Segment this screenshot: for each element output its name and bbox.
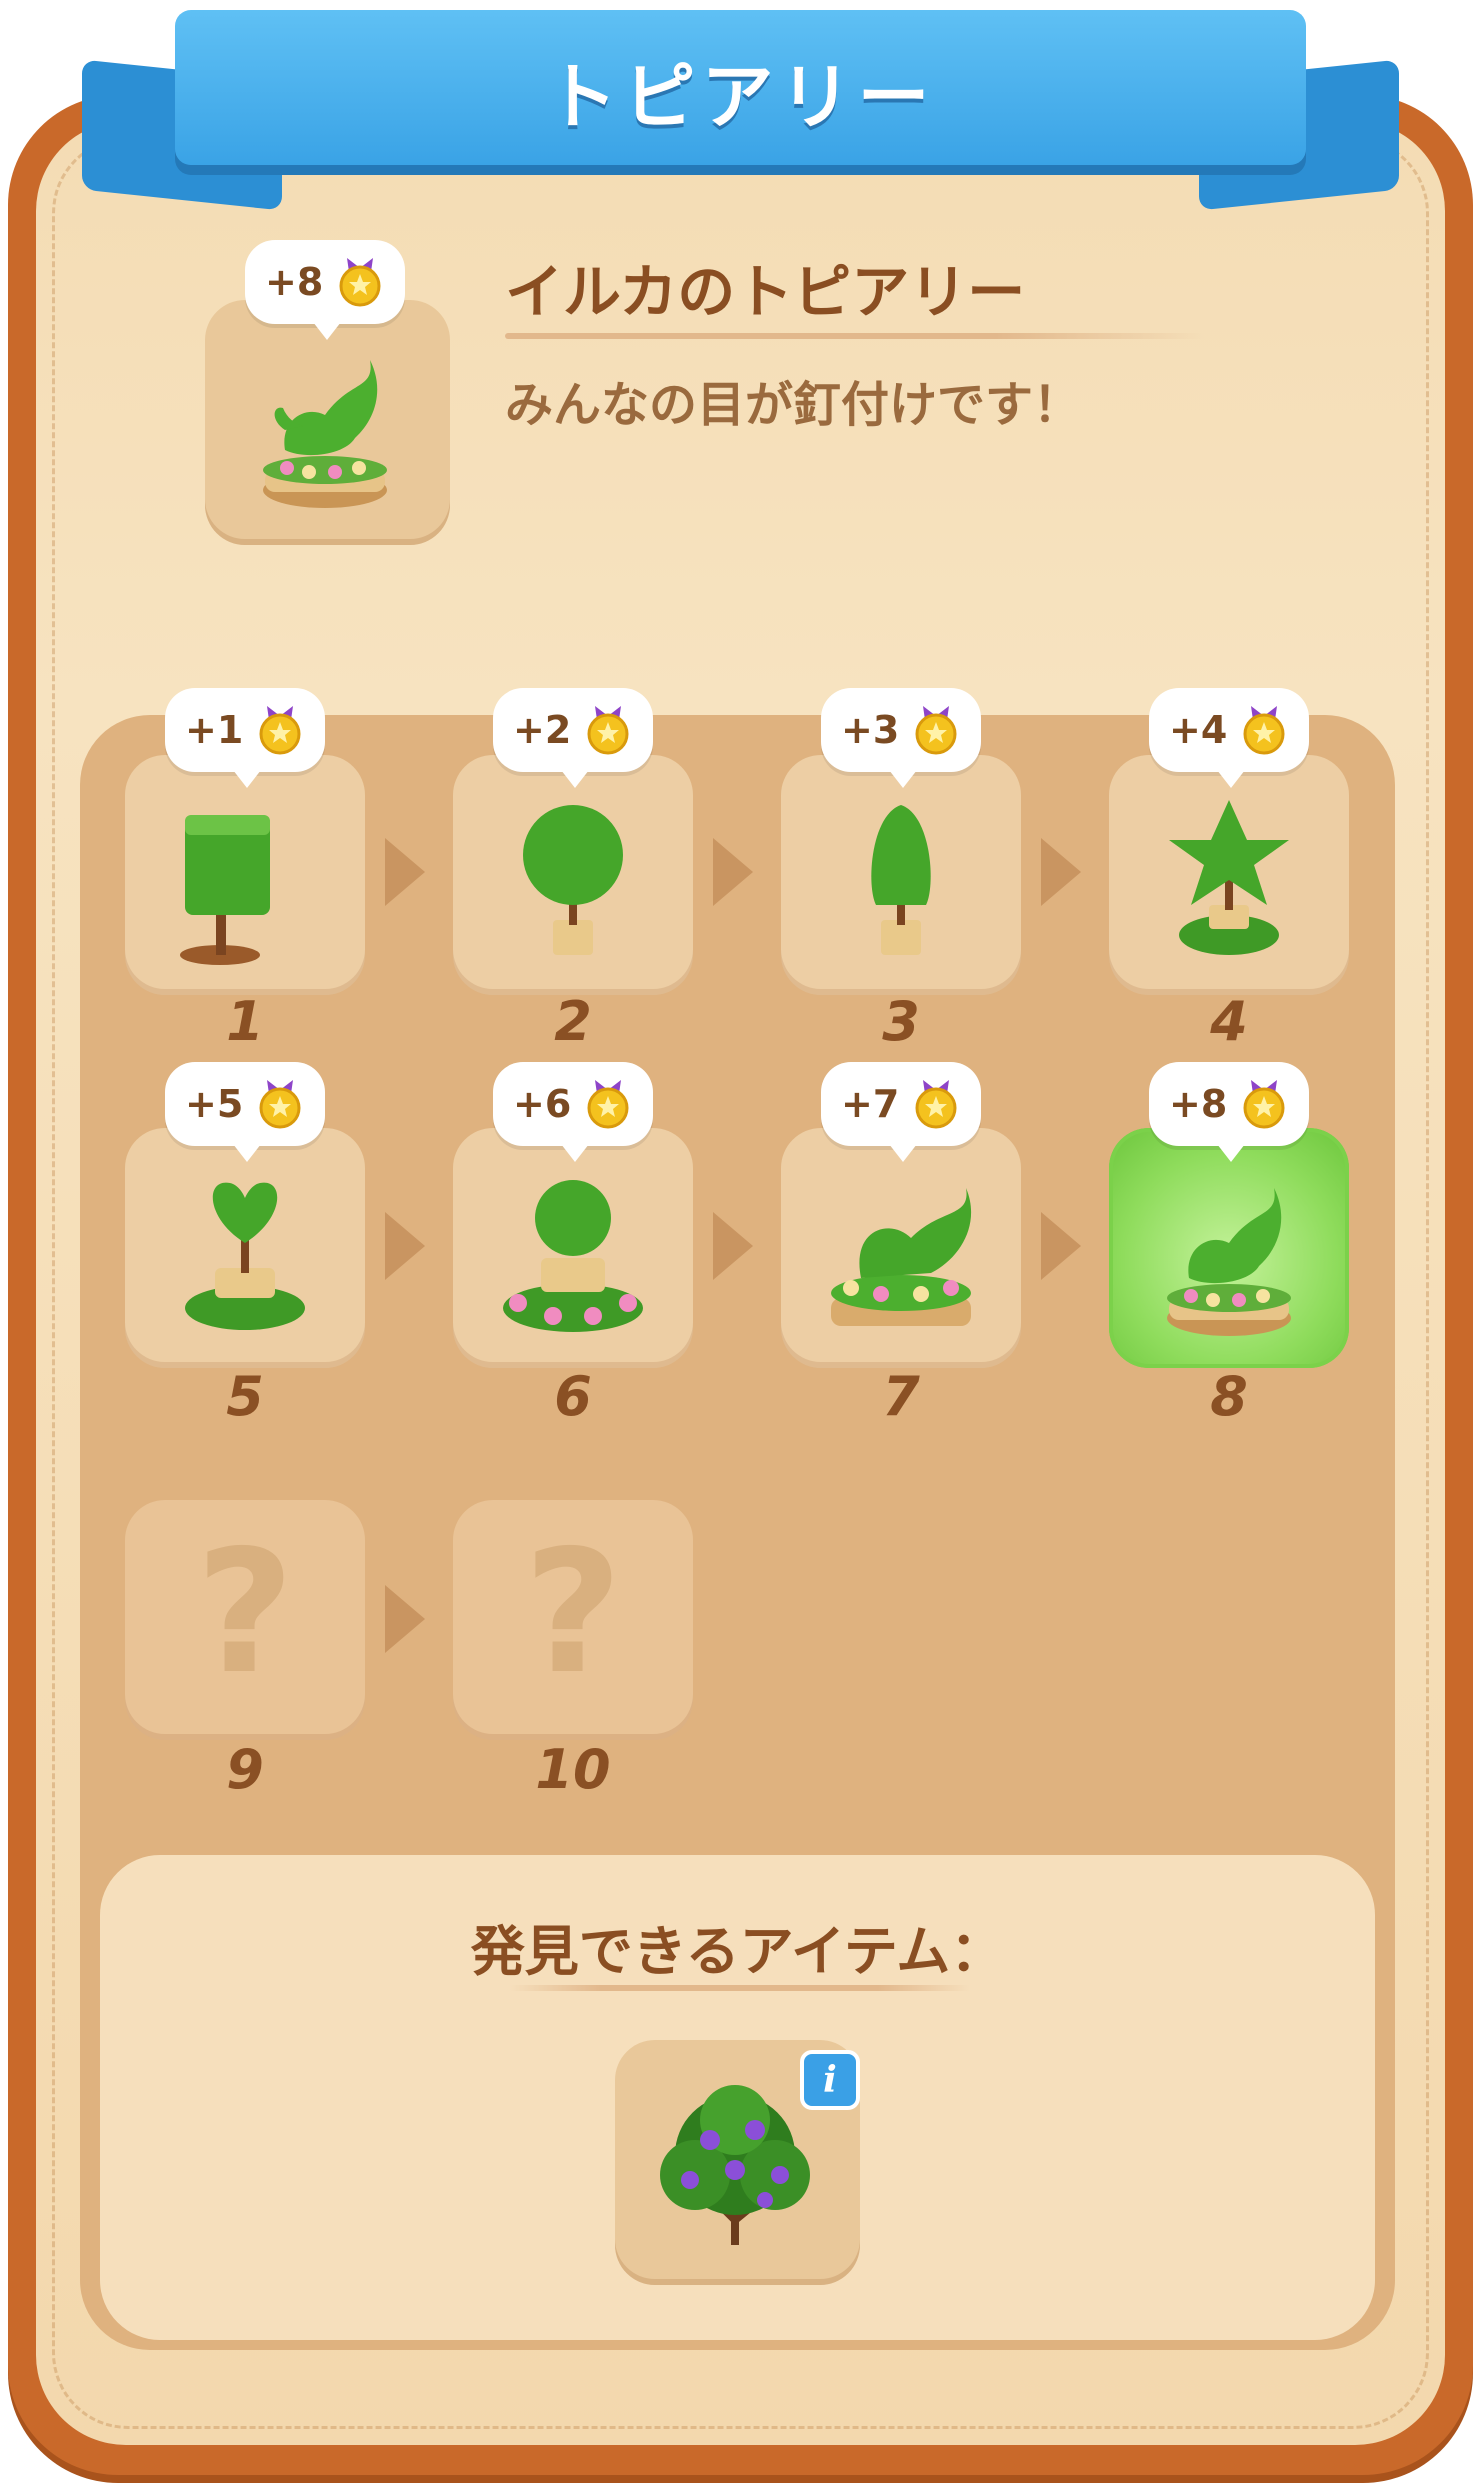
dialog-title: トピアリー — [545, 55, 936, 139]
progress-arrow — [1041, 838, 1081, 906]
stage-cell-1[interactable] — [125, 755, 365, 995]
section-divider — [510, 1985, 970, 1991]
stage-bonus-text: +6 — [513, 1082, 572, 1126]
cone-topiary-icon — [871, 805, 931, 955]
stage-number: 1 — [226, 990, 264, 1053]
medal-icon — [915, 706, 957, 755]
discoverable-title: 発見できるアイテム： — [470, 1920, 1005, 1983]
stage-number: 3 — [882, 990, 920, 1053]
progress-arrow — [385, 838, 425, 906]
progress-arrow — [385, 1212, 425, 1280]
medal-icon — [587, 706, 629, 755]
item-name: イルカのトピアリー — [505, 258, 1026, 326]
stage-bonus-text: +7 — [841, 1082, 900, 1126]
stage-number: 5 — [226, 1365, 264, 1428]
medal-icon — [259, 706, 301, 755]
stage-bonus-bubble: +6 — [493, 1062, 653, 1162]
featured-bonus-bubble: +8 — [245, 240, 405, 340]
dolphin-topiary-icon — [1167, 1188, 1291, 1336]
medal-icon — [1243, 1080, 1285, 1129]
stage-bonus-bubble: +5 — [165, 1062, 325, 1162]
stage-number: 4 — [1210, 990, 1248, 1053]
title-banner: トピアリー — [175, 10, 1306, 165]
medal-icon — [259, 1080, 301, 1129]
stage-number: 9 — [226, 1738, 264, 1801]
question-mark-icon: ? — [523, 1514, 623, 1712]
medal-icon — [587, 1080, 629, 1129]
dolphin-topiary-icon — [263, 360, 387, 508]
progress-arrow — [1041, 1212, 1081, 1280]
stage-bonus-bubble: +7 — [821, 1062, 981, 1162]
info-icon[interactable]: i — [800, 2050, 860, 2110]
stage-number: 10 — [535, 1738, 611, 1801]
stage-bonus-text: +4 — [1169, 708, 1228, 752]
dolphin-base-topiary-icon — [831, 1188, 972, 1326]
stage-cell-3[interactable] — [781, 755, 1021, 995]
progress-arrow — [713, 1212, 753, 1280]
stage-number: 2 — [554, 990, 592, 1053]
stage-cell-2[interactable] — [453, 755, 693, 995]
round-topiary-icon — [523, 805, 623, 955]
heart-topiary-icon — [185, 1182, 305, 1330]
progress-arrow — [385, 1585, 425, 1653]
stage-bonus-text: +3 — [841, 708, 900, 752]
flower-topiary-icon — [503, 1180, 643, 1332]
medal-icon — [915, 1080, 957, 1129]
star-topiary-icon — [1169, 800, 1289, 955]
discoverable-items-section: 発見できるアイテム： i — [100, 1855, 1375, 2340]
stage-cell-7[interactable] — [781, 1128, 1021, 1368]
stage-cell-5[interactable] — [125, 1128, 365, 1368]
stage-cell-6[interactable] — [453, 1128, 693, 1368]
stage-bonus-bubble: +4 — [1149, 688, 1309, 788]
featured-bonus-text: +8 — [265, 260, 324, 304]
stage-bonus-text: +1 — [185, 708, 244, 752]
stage-bonus-text: +8 — [1169, 1082, 1228, 1126]
medal-icon — [339, 258, 381, 307]
stage-bonus-bubble: +1 — [165, 688, 325, 788]
medal-icon — [1243, 706, 1285, 755]
title-divider — [505, 333, 1205, 339]
stage-number: 8 — [1210, 1365, 1248, 1428]
progress-arrow — [713, 838, 753, 906]
stage-bonus-bubble: +8 — [1149, 1062, 1309, 1162]
item-description: みんなの目が釘付けです！ — [505, 377, 1082, 433]
question-mark-icon: ? — [195, 1514, 295, 1712]
stage-number: 6 — [554, 1365, 592, 1428]
stage-bonus-text: +5 — [185, 1082, 244, 1126]
stage-bonus-bubble: +2 — [493, 688, 653, 788]
stage-cell-4[interactable] — [1109, 755, 1349, 995]
stage-number: 7 — [882, 1365, 920, 1428]
stage-cell-8-current[interactable] — [1109, 1128, 1349, 1368]
stage-cell-9-locked[interactable]: ? — [125, 1500, 365, 1740]
square-topiary-icon — [180, 815, 270, 965]
stage-bonus-text: +2 — [513, 708, 572, 752]
stage-bonus-bubble: +3 — [821, 688, 981, 788]
stage-cell-10-locked[interactable]: ? — [453, 1500, 693, 1740]
